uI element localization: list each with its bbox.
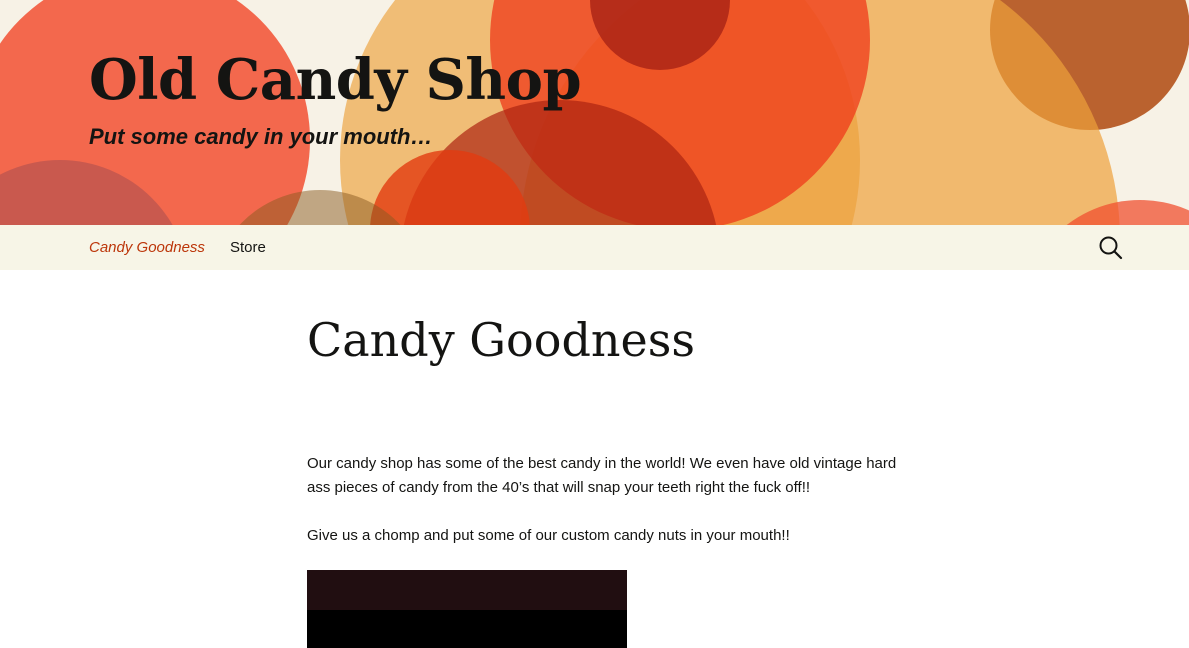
nav-item-store[interactable]: Store <box>230 239 266 257</box>
nav-item-candy-goodness[interactable]: Candy Goodness <box>89 239 205 257</box>
media-header-band <box>307 570 627 610</box>
embedded-media[interactable] <box>307 570 627 648</box>
entry-paragraph: Give us a chomp and put some of our cust… <box>307 527 790 544</box>
site-header: Old Candy Shop Put some candy in your mo… <box>0 0 1189 225</box>
site-title[interactable]: Old Candy Shop <box>89 52 582 108</box>
search-icon[interactable] <box>1098 235 1124 261</box>
page-title: Candy Goodness <box>307 313 695 367</box>
entry-paragraph: Our candy shop has some of the best cand… <box>307 455 897 496</box>
site-tagline: Put some candy in your mouth… <box>89 124 433 149</box>
main-navigation: Candy Goodness Store <box>0 225 1189 270</box>
